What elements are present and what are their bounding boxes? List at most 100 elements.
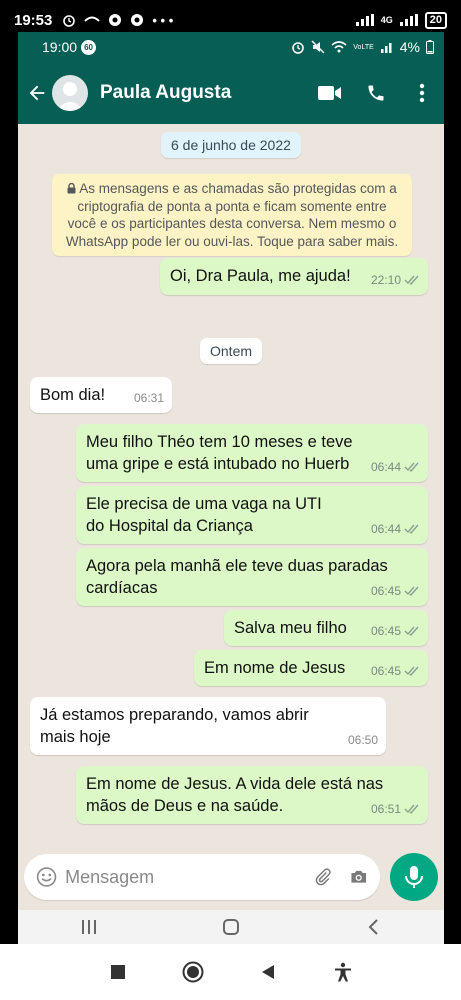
signal-icon xyxy=(355,14,374,26)
back-button-outer[interactable] xyxy=(253,957,283,987)
message-input[interactable] xyxy=(65,866,298,888)
accessibility-icon xyxy=(335,962,352,982)
message-bubble-outgoing[interactable]: Em nome de Jesus. A vida dele está nas m… xyxy=(76,766,428,824)
network-type-label: 4G xyxy=(380,15,393,25)
message-time: 06:51 xyxy=(370,802,401,816)
message-bubble-outgoing[interactable]: Oi, Dra Paula, me ajuda! 22:10 xyxy=(160,258,428,295)
chrome-icon-2 xyxy=(131,14,144,26)
message-time: 06:45 xyxy=(370,664,401,678)
chrome-icon xyxy=(109,14,122,26)
notification-badge: 60 xyxy=(81,39,97,55)
battery-percent: 4% xyxy=(399,39,420,55)
lock-icon xyxy=(67,182,76,194)
message-time: 06:44 xyxy=(370,460,401,474)
phone-icon xyxy=(368,85,384,101)
signal-icon xyxy=(380,43,392,53)
avatar[interactable] xyxy=(52,75,88,111)
message-bubble-outgoing[interactable]: Ele precisa de uma vaga na UTI do Hospit… xyxy=(76,486,428,544)
message-bubble-outgoing[interactable]: Agora pela manhã ele teve duas paradas c… xyxy=(76,548,428,606)
message-meta: 06:44 xyxy=(371,456,420,478)
outer-notification-icons: • • • xyxy=(62,13,173,28)
date-chip: Ontem xyxy=(200,338,263,364)
message-meta: 22:10 xyxy=(371,269,420,291)
battery-icon: 20 xyxy=(424,11,447,29)
mute-icon xyxy=(311,40,325,54)
inner-clock: 19:00 xyxy=(42,39,78,55)
message-text: Agora pela manhã ele teve duas paradas c… xyxy=(86,557,388,597)
message-text: Ele precisa de uma vaga na UTI do Hospit… xyxy=(86,495,322,535)
message-bubble-outgoing[interactable]: Salva meu filho 06:45 xyxy=(224,610,428,646)
message-list[interactable]: 6 de junho de 2022 As mensagens e as cha… xyxy=(18,124,444,852)
message-time: 06:45 xyxy=(370,624,401,638)
mic-button[interactable] xyxy=(390,853,438,901)
double-check-icon xyxy=(404,462,419,472)
double-check-icon xyxy=(404,586,419,596)
video-call-button[interactable] xyxy=(318,81,342,105)
emoji-icon[interactable] xyxy=(36,864,57,890)
more-options-button[interactable] xyxy=(410,81,434,105)
alarm-icon xyxy=(292,42,305,54)
battery-icon xyxy=(426,40,434,54)
message-text: Já estamos preparando, vamos abrir mais … xyxy=(40,706,309,746)
date-chip: 6 de junho de 2022 xyxy=(161,132,301,158)
battery-level: 20 xyxy=(429,13,442,26)
outer-clock: 19:53 xyxy=(14,11,53,29)
message-time: 22:10 xyxy=(370,273,401,287)
message-bubble-incoming[interactable]: Já estamos preparando, vamos abrir mais … xyxy=(30,697,386,755)
inner-status-bar: 19:00 60 VoLTE 4% xyxy=(18,32,444,62)
more-notifications-icon: • • • xyxy=(152,12,174,28)
encryption-notice[interactable]: As mensagens e as chamadas são protegida… xyxy=(52,174,412,256)
stop-button[interactable] xyxy=(103,957,133,987)
message-text: Oi, Dra Paula, me ajuda! xyxy=(170,267,351,285)
home-button[interactable] xyxy=(216,915,246,939)
message-meta: 06:31 xyxy=(134,387,164,409)
message-time: 06:44 xyxy=(370,522,401,536)
message-time: 06:50 xyxy=(347,733,378,747)
encryption-text: As mensagens e as chamadas são protegida… xyxy=(65,181,399,249)
default-avatar-icon xyxy=(56,82,84,111)
back-nav-button[interactable] xyxy=(358,915,388,939)
back-arrow-icon[interactable] xyxy=(26,82,48,104)
message-meta: 06:45 xyxy=(371,620,420,642)
home-icon xyxy=(223,919,239,935)
voice-call-button[interactable] xyxy=(364,81,388,105)
message-meta: 06:45 xyxy=(371,660,420,682)
message-bubble-outgoing[interactable]: Em nome de Jesus 06:45 xyxy=(194,650,428,686)
attach-icon[interactable] xyxy=(313,865,332,889)
outer-navigation-bar xyxy=(0,944,461,1000)
recents-icon xyxy=(82,920,96,934)
contact-name[interactable]: Paula Augusta xyxy=(100,82,296,104)
message-meta: 06:45 xyxy=(371,580,420,602)
double-check-icon xyxy=(404,275,419,285)
message-bubble-outgoing[interactable]: Meu filho Théo tem 10 meses e teve uma g… xyxy=(76,424,428,482)
double-check-icon xyxy=(404,626,419,636)
message-meta: 06:51 xyxy=(371,798,420,820)
double-check-icon xyxy=(404,524,419,534)
message-text: Meu filho Théo tem 10 meses e teve uma g… xyxy=(86,433,353,473)
recents-button[interactable] xyxy=(74,915,104,939)
chat-header: Paula Augusta xyxy=(18,62,444,124)
inner-navigation-bar xyxy=(18,910,444,944)
message-text: Em nome de Jesus. A vida dele está nas m… xyxy=(86,775,384,815)
message-meta: 06:50 xyxy=(348,729,378,751)
accessibility-button[interactable] xyxy=(328,957,358,987)
message-text: Bom dia! xyxy=(40,386,106,404)
video-call-icon xyxy=(318,86,341,100)
back-chevron-icon xyxy=(368,919,378,935)
app-notification-icon xyxy=(84,16,101,22)
message-text: Em nome de Jesus xyxy=(204,659,346,677)
message-time: 06:45 xyxy=(370,584,401,598)
message-time: 06:31 xyxy=(133,391,164,405)
triangle-back-icon xyxy=(262,965,275,979)
whatsapp-screen: 19:00 60 VoLTE 4% Paula Augusta 6 de jun… xyxy=(18,32,444,944)
camera-icon[interactable] xyxy=(349,865,368,889)
home-button-outer[interactable] xyxy=(178,957,208,987)
mic-icon xyxy=(405,866,423,888)
message-text: Salva meu filho xyxy=(234,619,347,637)
message-meta: 06:44 xyxy=(371,518,420,540)
outer-system-icons: 4G 20 xyxy=(355,11,447,29)
more-vert-icon xyxy=(419,83,425,103)
volte-label: VoLTE xyxy=(353,43,374,51)
message-bubble-incoming[interactable]: Bom dia! 06:31 xyxy=(30,377,172,413)
square-icon xyxy=(110,965,125,979)
